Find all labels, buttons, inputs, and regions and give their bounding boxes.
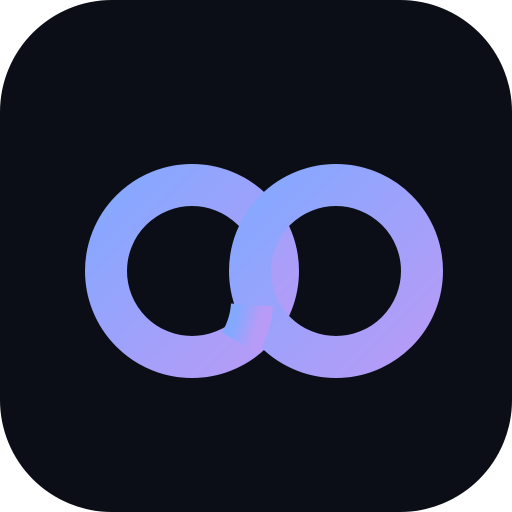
canvas — [0, 0, 512, 512]
app-icon[interactable] — [0, 0, 512, 512]
ring-interlock-overlay — [221, 302, 273, 354]
interlocking-rings-icon — [85, 164, 443, 378]
